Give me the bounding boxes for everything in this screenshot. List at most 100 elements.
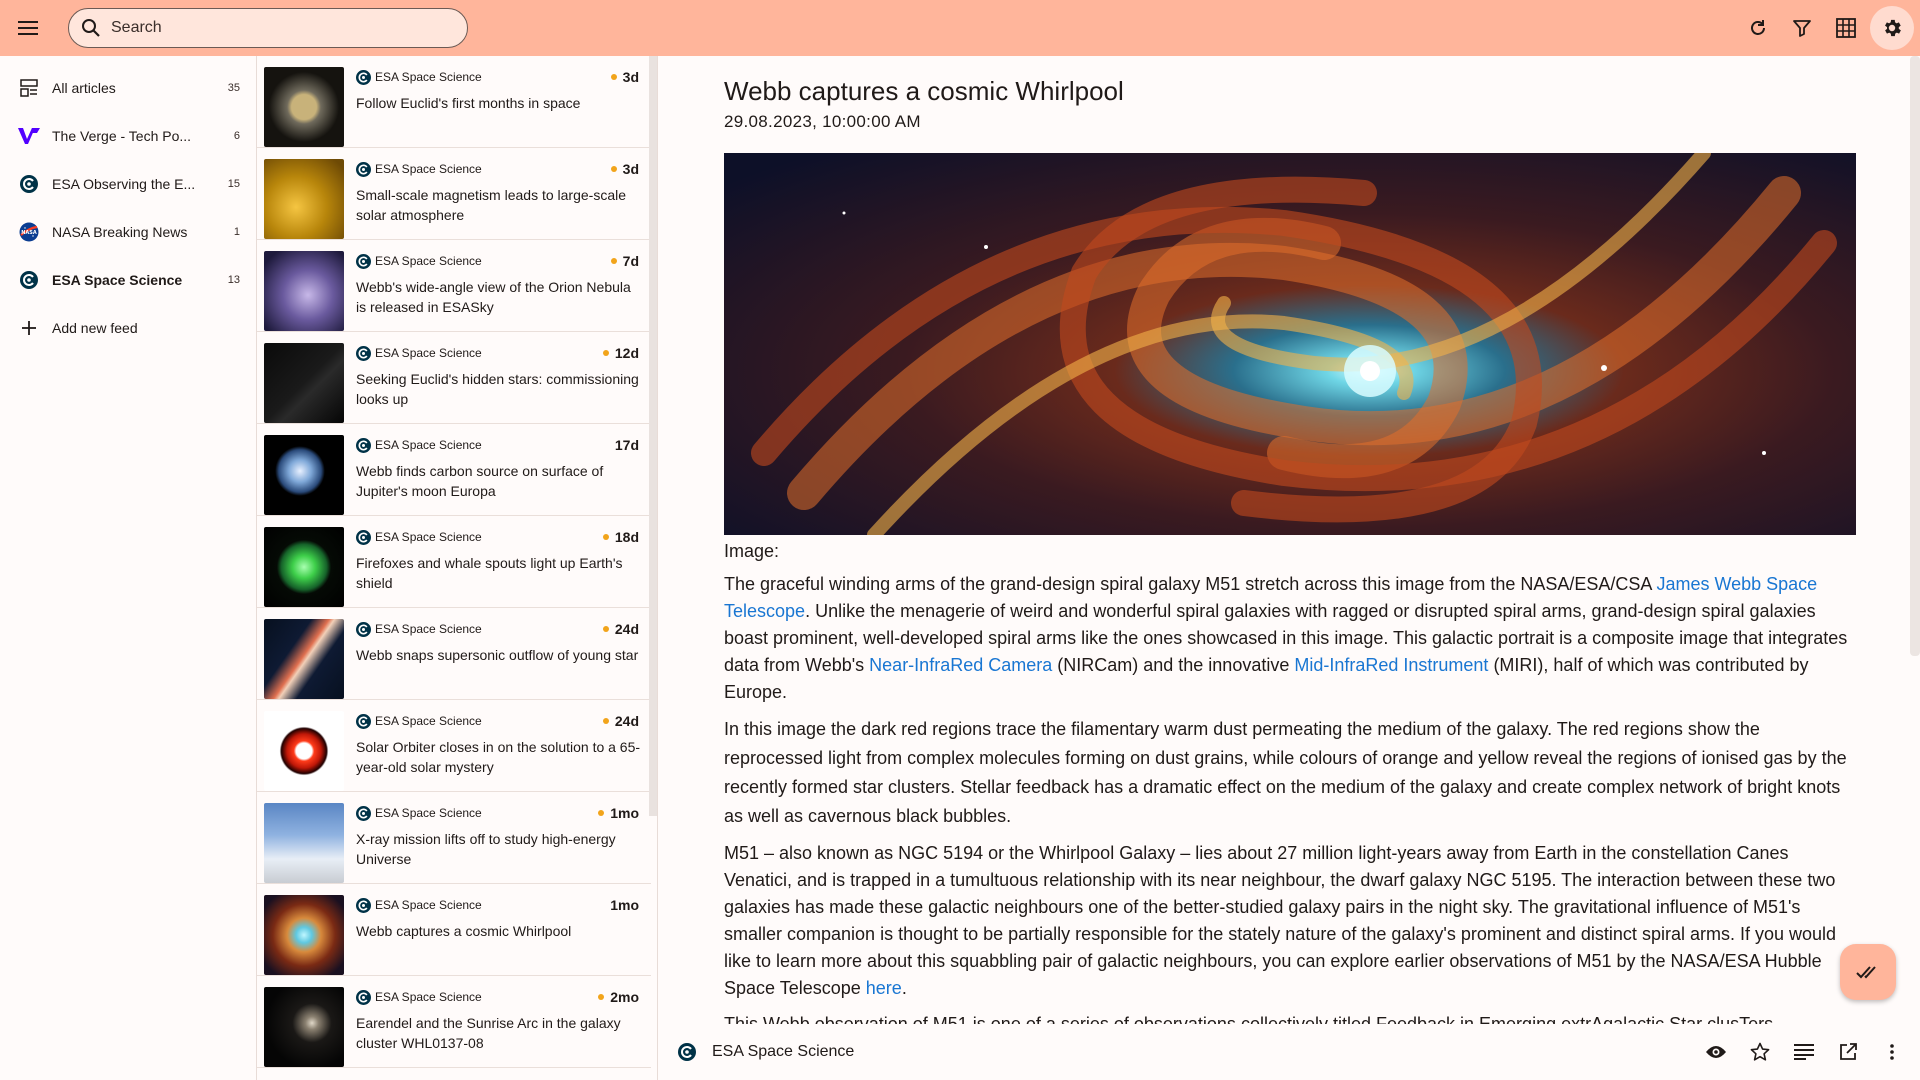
list-item[interactable]: ESA Space Science 12d Seeking Euclid's h… xyxy=(257,332,651,424)
article-date: 29.08.2023, 10:00:00 AM xyxy=(724,112,921,131)
article-list-scrollbar[interactable] xyxy=(649,56,657,816)
unread-dot xyxy=(602,718,609,724)
feed-label: All articles xyxy=(52,80,116,96)
link-nircam[interactable]: Near-InfraRed Camera xyxy=(869,655,1052,675)
esa-logo-icon xyxy=(356,437,371,453)
feed-unread-count: 1 xyxy=(233,226,240,238)
article-bottom-bar: ESA Space Science xyxy=(660,1024,1920,1080)
article-body: Image: The graceful winding arms of the … xyxy=(724,538,1859,1024)
esa-logo-icon xyxy=(356,989,371,1005)
article-title: Seeking Euclid's hidden stars: commissio… xyxy=(356,371,639,407)
settings-button[interactable] xyxy=(1870,6,1914,50)
article-thumbnail xyxy=(264,711,344,791)
sidebar-item-nasa-breaking-news[interactable]: NASA NASA Breaking News 1 xyxy=(0,208,256,256)
article-age-text: 3d xyxy=(622,161,639,177)
article-scrollbar[interactable] xyxy=(1910,56,1920,656)
add-new-feed-button[interactable]: Add new feed xyxy=(0,304,256,352)
link-here[interactable]: here xyxy=(866,978,902,998)
more-vert-icon xyxy=(1890,1044,1894,1060)
filter-icon xyxy=(1793,20,1811,37)
sidebar-item-esa-observing-earth[interactable]: ESA Observing the E... 15 xyxy=(0,160,256,208)
article-title: Webb's wide-angle view of the Orion Nebu… xyxy=(356,279,631,315)
article-title: Firefoxes and whale spouts light up Eart… xyxy=(356,555,623,591)
feed-unread-count: 15 xyxy=(227,178,240,190)
list-item[interactable]: ESA Space Science 24d Solar Orbiter clos… xyxy=(257,700,651,792)
top-app-bar xyxy=(0,0,1920,56)
article-age: 3d xyxy=(610,161,639,177)
unread-dot xyxy=(602,626,609,632)
article-view: Webb captures a cosmic Whirlpool 29.08.2… xyxy=(660,56,1920,1024)
sidebar-item-the-verge[interactable]: The Verge - Tech Po... 6 xyxy=(0,112,256,160)
unread-dot xyxy=(598,810,605,816)
article-thumbnail xyxy=(264,895,344,975)
list-item[interactable]: ESA Space Science 3d Small-scale magneti… xyxy=(257,148,651,240)
list-item[interactable]: ESA Space Science 7d Webb's wide-angle v… xyxy=(257,240,651,332)
image-caption-label: Image: xyxy=(724,541,780,561)
feed-label: ESA Space Science xyxy=(52,272,183,288)
feed-unread-count: 35 xyxy=(227,82,240,94)
esa-logo-icon xyxy=(356,253,371,269)
article-thumbnail xyxy=(264,619,344,699)
feed-label: NASA Breaking News xyxy=(52,224,188,240)
article-age-text: 17d xyxy=(614,437,639,453)
star-button[interactable] xyxy=(1738,1030,1782,1074)
article-source: ESA Space Science xyxy=(375,898,482,912)
open-external-button[interactable] xyxy=(1826,1030,1870,1074)
list-item[interactable]: ESA Space Science 2mo Earendel and the S… xyxy=(257,976,651,1068)
article-hero-image xyxy=(724,153,1856,535)
article-age: 24d xyxy=(602,621,639,637)
reader-mode-button[interactable] xyxy=(1782,1030,1826,1074)
article-age: 1mo xyxy=(610,897,639,913)
filter-button[interactable] xyxy=(1780,6,1824,50)
bottom-bar-source[interactable]: ESA Space Science xyxy=(678,1043,854,1061)
feed-label: The Verge - Tech Po... xyxy=(52,128,192,144)
article-list: ESA Space Science 3d Follow Euclid's fir… xyxy=(256,56,658,1080)
refresh-button[interactable] xyxy=(1736,6,1780,50)
esa-logo-icon xyxy=(356,161,371,177)
esa-logo-icon xyxy=(20,271,38,289)
article-paragraph: M51 – also known as NGC 5194 or the Whir… xyxy=(724,840,1859,1002)
double-check-icon xyxy=(1856,966,1876,979)
mark-all-read-button[interactable] xyxy=(1840,944,1896,1000)
article-age-text: 2mo xyxy=(610,989,639,1005)
list-item[interactable]: ESA Space Science 18d Firefoxes and whal… xyxy=(257,516,651,608)
more-options-button[interactable] xyxy=(1870,1030,1914,1074)
article-paragraph: This Webb observation of M51 is one of a… xyxy=(724,1014,1774,1024)
article-thumbnail xyxy=(264,435,344,515)
article-title: Solar Orbiter closes in on the solution … xyxy=(356,739,641,775)
article-heading: Webb captures a cosmic Whirlpool xyxy=(724,76,1124,106)
article-thumbnail xyxy=(264,343,344,423)
article-age: 1mo xyxy=(598,805,639,821)
article-source: ESA Space Science xyxy=(375,806,482,820)
layout-grid-button[interactable] xyxy=(1824,6,1868,50)
article-age: 24d xyxy=(602,713,639,729)
search-bar[interactable] xyxy=(68,8,468,48)
feed-unread-count: 13 xyxy=(227,274,240,286)
link-miri[interactable]: Mid-InfraRed Instrument xyxy=(1294,655,1488,675)
unread-dot xyxy=(610,166,617,172)
toggle-read-button[interactable] xyxy=(1694,1030,1738,1074)
list-item[interactable]: ESA Space Science 1mo Webb captures a co… xyxy=(257,884,651,976)
sidebar-item-esa-space-science[interactable]: ESA Space Science 13 xyxy=(0,256,256,304)
list-item[interactable]: ESA Space Science 17d Webb finds carbon … xyxy=(257,424,651,516)
menu-button[interactable] xyxy=(0,0,56,56)
list-item[interactable]: ESA Space Science 3d Follow Euclid's fir… xyxy=(257,56,651,148)
list-item[interactable]: ESA Space Science 24d Webb snaps superso… xyxy=(257,608,651,700)
esa-logo-icon xyxy=(356,897,371,913)
bottom-bar-source-name: ESA Space Science xyxy=(712,1043,855,1060)
article-title: Small-scale magnetism leads to large-sca… xyxy=(356,187,626,223)
article-age: 17d xyxy=(615,437,639,453)
article-thumbnail xyxy=(264,803,344,883)
sidebar: All articles 35 The Verge - Tech Po... 6… xyxy=(0,56,256,1080)
the-verge-logo-icon xyxy=(18,128,40,144)
article-source: ESA Space Science xyxy=(375,622,482,636)
article-age-text: 3d xyxy=(622,69,639,85)
search-icon xyxy=(82,19,100,37)
search-input[interactable] xyxy=(111,19,451,37)
article-thumbnail xyxy=(264,527,344,607)
article-title: Webb captures a cosmic Whirlpool xyxy=(356,923,572,939)
sidebar-item-all-articles[interactable]: All articles 35 xyxy=(0,64,256,112)
list-item[interactable]: ESA Space Science 1mo X-ray mission lift… xyxy=(257,792,651,884)
text-span: . xyxy=(901,978,907,998)
star-icon xyxy=(1750,1042,1770,1061)
